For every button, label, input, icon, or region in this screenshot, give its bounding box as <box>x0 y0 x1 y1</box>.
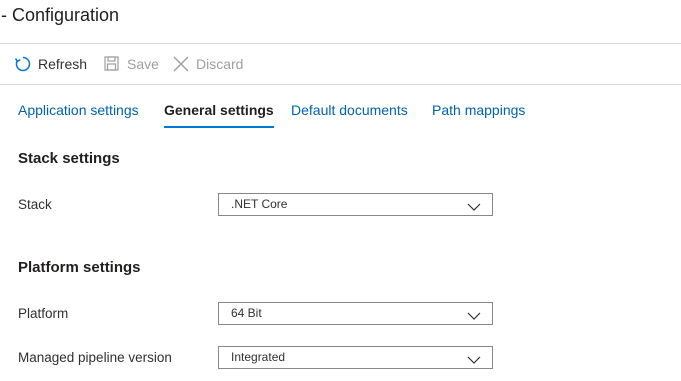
tab-application-settings[interactable]: Application settings <box>18 100 139 120</box>
platform-label: Platform <box>18 306 69 321</box>
save-label: Save <box>127 56 159 72</box>
stack-dropdown[interactable]: .NET Core <box>218 193 493 216</box>
platform-dropdown-value: 64 Bit <box>231 306 262 320</box>
stack-settings-heading: Stack settings <box>18 150 120 167</box>
tab-default-documents[interactable]: Default documents <box>291 100 408 120</box>
configuration-page: - Configuration Refresh Save Discard App… <box>0 0 681 381</box>
stack-dropdown-value: .NET Core <box>231 197 288 211</box>
refresh-icon <box>14 55 32 73</box>
managed-pipeline-dropdown[interactable]: Integrated <box>218 346 493 369</box>
chevron-down-icon <box>467 199 481 211</box>
managed-pipeline-label: Managed pipeline version <box>18 350 172 365</box>
tab-bar: Application settings General settings De… <box>0 85 681 129</box>
discard-label: Discard <box>196 56 244 72</box>
chevron-down-icon <box>467 308 481 320</box>
chevron-down-icon <box>467 352 481 364</box>
tab-path-mappings[interactable]: Path mappings <box>432 100 525 120</box>
page-title: - Configuration <box>1 5 120 25</box>
refresh-button[interactable]: Refresh <box>14 54 87 74</box>
refresh-label: Refresh <box>38 56 88 72</box>
platform-settings-heading: Platform settings <box>18 259 141 276</box>
managed-pipeline-dropdown-value: Integrated <box>231 350 286 364</box>
tab-general-settings[interactable]: General settings <box>164 100 274 128</box>
stack-label: Stack <box>18 197 52 212</box>
title-bar: - Configuration <box>0 0 681 44</box>
discard-button[interactable]: Discard <box>172 54 243 74</box>
save-button[interactable]: Save <box>103 54 159 74</box>
close-icon <box>172 55 190 73</box>
toolbar: Refresh Save Discard <box>0 44 681 85</box>
platform-dropdown[interactable]: 64 Bit <box>218 302 493 325</box>
save-icon <box>103 55 121 73</box>
